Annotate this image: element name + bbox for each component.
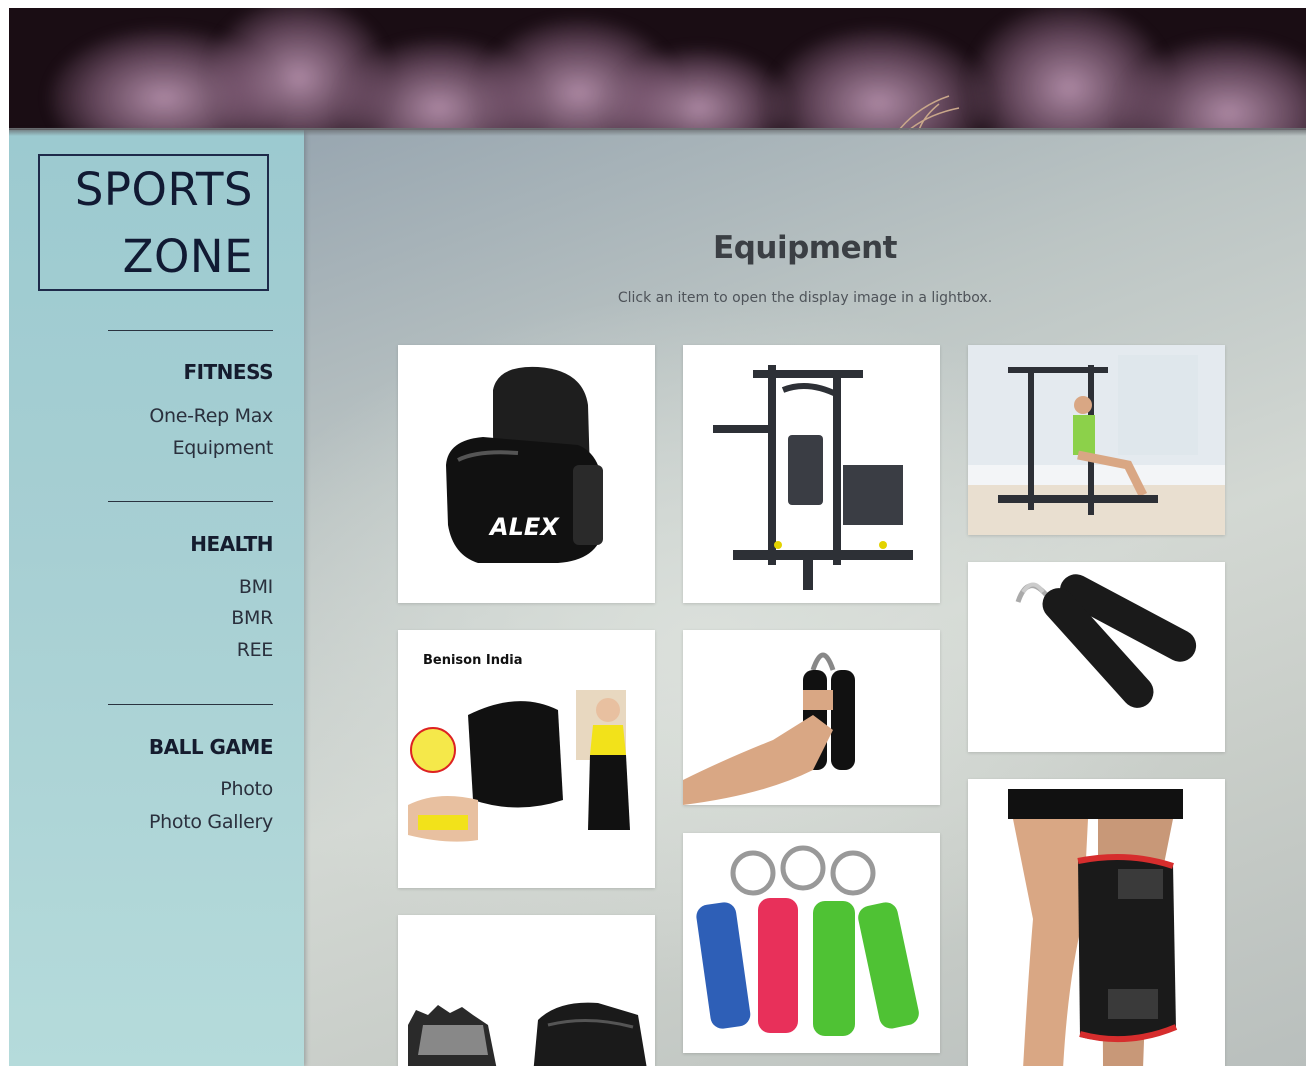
knee-support-image xyxy=(968,779,1225,1066)
nav-heading-health: HEALTH xyxy=(190,532,273,556)
site-logo[interactable]: SPORTS ZONE xyxy=(38,154,269,291)
gallery-item-slimming-belt[interactable]: Benison India xyxy=(398,630,655,888)
slimming-belt-image: Benison India xyxy=(398,630,655,888)
hand-grip-in-hand-image xyxy=(683,630,940,805)
nav-link-photo-gallery[interactable]: Photo Gallery xyxy=(149,811,273,833)
home-gym-machine-image xyxy=(683,345,940,603)
logo-line-2: ZONE xyxy=(122,230,253,283)
logo-line-1: SPORTS xyxy=(74,163,253,216)
hand-grip-pair-image xyxy=(968,562,1225,752)
gallery-item-hand-grip-in-hand[interactable] xyxy=(683,630,940,805)
banner-shadow xyxy=(9,128,1306,136)
gallery-item-home-gym[interactable] xyxy=(683,345,940,603)
sidebar-divider xyxy=(108,330,273,331)
nav-link-ree[interactable]: REE xyxy=(237,639,274,661)
nav-link-bmr[interactable]: BMR xyxy=(231,607,273,629)
nav-link-one-rep-max[interactable]: One-Rep Max xyxy=(149,405,273,427)
nav-link-bmi[interactable]: BMI xyxy=(239,576,273,598)
hair-decoration-icon xyxy=(898,95,960,130)
nav-heading-ball-game: BALL GAME xyxy=(148,735,274,759)
fitness-gloves-image xyxy=(398,915,655,1066)
home-gym-with-person-image xyxy=(968,345,1225,535)
gallery-item-home-gym-person[interactable] xyxy=(968,345,1225,535)
svg-text:Benison India: Benison India xyxy=(423,653,523,668)
nav-link-photo[interactable]: Photo xyxy=(220,778,273,800)
gallery-item-boxing-glove[interactable]: ALEX xyxy=(398,345,655,603)
colored-hand-grips-image xyxy=(683,833,940,1053)
gallery-item-hand-grip-pair[interactable] xyxy=(968,562,1225,752)
nav-link-equipment[interactable]: Equipment xyxy=(173,437,274,459)
page-subtitle: Click an item to open the display image … xyxy=(617,290,993,306)
sidebar-divider xyxy=(108,704,273,705)
gallery-item-colored-hand-grips[interactable] xyxy=(683,833,940,1053)
sidebar: SPORTS ZONE FITNESS One-Rep Max Equipmen… xyxy=(9,130,304,1066)
gallery-item-knee-support[interactable] xyxy=(968,779,1225,1066)
main-content: Equipment Click an item to open the disp… xyxy=(304,130,1306,1066)
svg-text:ALEX: ALEX xyxy=(488,513,560,541)
nav-heading-fitness: FITNESS xyxy=(183,360,273,384)
page-title: Equipment xyxy=(713,230,897,266)
header-banner xyxy=(9,8,1306,130)
sidebar-divider xyxy=(108,501,273,502)
gallery-item-fitness-gloves[interactable] xyxy=(398,915,655,1066)
boxing-glove-image: ALEX xyxy=(398,345,655,603)
page-frame: SPORTS ZONE FITNESS One-Rep Max Equipmen… xyxy=(9,8,1306,1066)
